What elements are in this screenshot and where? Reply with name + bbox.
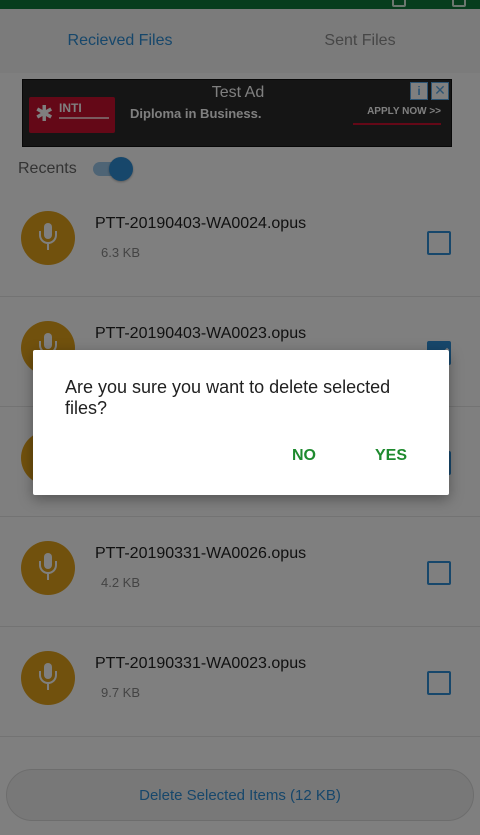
dialog-message: Are you sure you want to delete selected… <box>65 377 391 418</box>
no-button[interactable]: NO <box>292 447 316 465</box>
app-screen: Recieved Files Sent Files ✱ INTI Test Ad… <box>0 0 480 835</box>
confirm-delete-dialog: Are you sure you want to delete selected… <box>33 350 449 495</box>
yes-button[interactable]: YES <box>375 447 407 465</box>
